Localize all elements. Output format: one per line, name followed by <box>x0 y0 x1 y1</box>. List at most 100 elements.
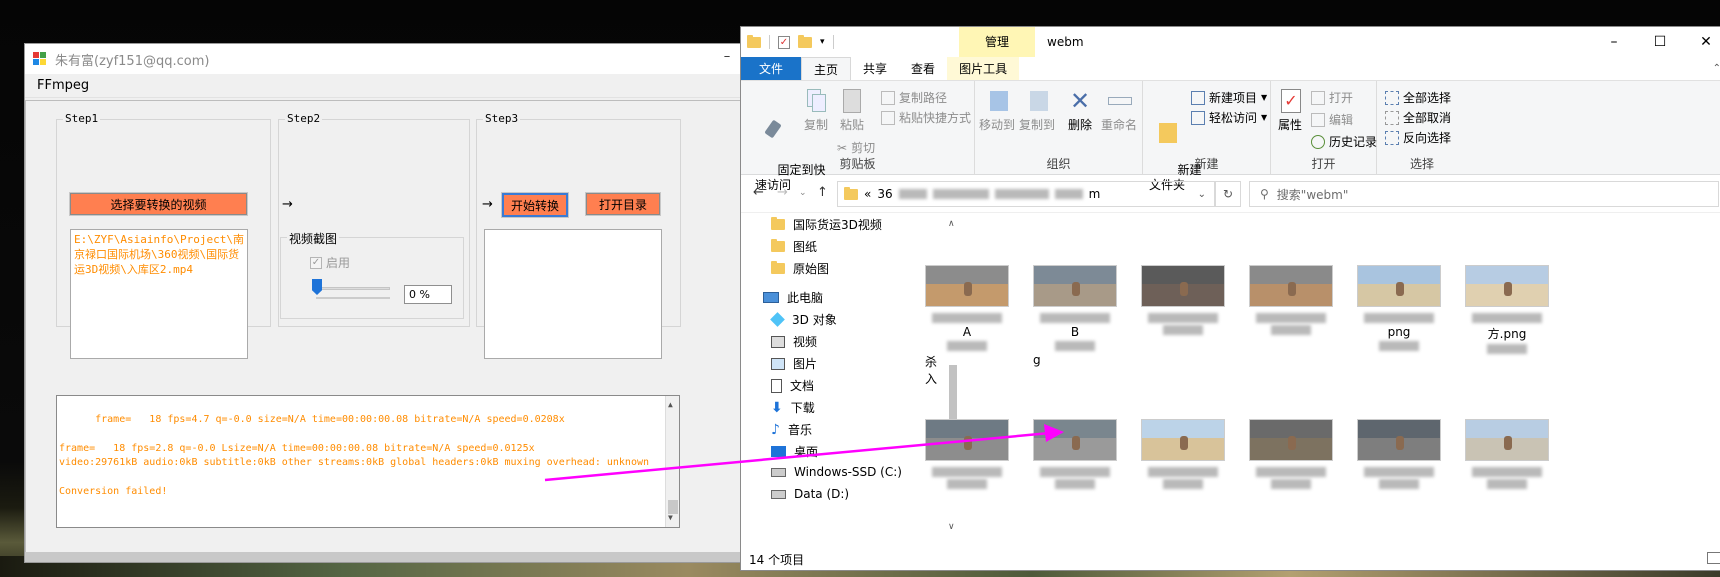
file-name-tail: 杀 <box>925 355 938 369</box>
new-item-button[interactable]: 新建项目 ▼ <box>1191 89 1267 106</box>
film-icon <box>771 335 785 348</box>
nav-item-drawings[interactable]: 图纸 <box>771 238 817 255</box>
screenshot-slider-track[interactable] <box>316 287 390 290</box>
picture-icon <box>771 357 785 370</box>
nav-item-3d-objects[interactable]: 3D 对象 <box>770 311 837 328</box>
nav-item-this-pc[interactable]: 此电脑 <box>763 289 823 306</box>
file-thumbnail[interactable]: 方.png <box>1465 265 1549 354</box>
scroll-up-icon[interactable]: ▲ <box>668 398 673 413</box>
tab-file[interactable]: 文件 <box>741 57 802 80</box>
history-button[interactable]: 历史记录 <box>1311 133 1377 150</box>
minimize-button[interactable]: – <box>717 49 737 64</box>
select-video-button[interactable]: 选择要转换的视频 <box>69 192 248 216</box>
paste-label: 粘贴 <box>839 118 864 132</box>
history-icon <box>1311 134 1325 149</box>
file-thumbnail[interactable] <box>925 419 1009 497</box>
nav-label: 桌面 <box>794 445 819 459</box>
minimize-icon[interactable]: – <box>1591 27 1637 57</box>
file-thumbnail[interactable] <box>1249 265 1333 343</box>
slider-ticks <box>316 297 390 299</box>
properties-icon[interactable]: ✓ <box>778 35 790 49</box>
address-chevron-down-icon[interactable]: ⌄ <box>1198 189 1206 200</box>
nav-item-drive-d[interactable]: Data (D:) <box>771 487 849 501</box>
nav-item-intl-cargo-3d[interactable]: 国际货运3D视频 <box>771 216 882 233</box>
up-arrow-icon[interactable]: ↑ <box>817 185 828 200</box>
file-thumbnail[interactable] <box>1249 419 1333 497</box>
ribbon-collapse-icon[interactable]: ⌃ <box>1713 63 1720 74</box>
tab-share[interactable]: 共享 <box>851 57 899 80</box>
nav-label: 文档 <box>790 379 815 393</box>
paste-button[interactable]: 粘贴 <box>837 87 867 133</box>
menu-ffmpeg[interactable]: FFmpeg <box>37 78 89 93</box>
file-thumbnail[interactable] <box>1465 419 1549 497</box>
select-group: 全部选择 全部取消 反向选择 选择 <box>1377 81 1467 175</box>
nav-item-originals[interactable]: 原始图 <box>771 260 829 277</box>
invert-selection-button[interactable]: 反向选择 <box>1385 129 1451 146</box>
new-folder-icon[interactable] <box>798 34 812 48</box>
folder-icon <box>771 261 785 274</box>
file-thumbnail[interactable]: png <box>1357 265 1441 351</box>
log-output[interactable]: frame= 18 fps=4.7 q=-0.0 size=N/A time=0… <box>56 395 680 528</box>
search-input[interactable]: ⚲ 搜索"webm" <box>1249 181 1719 207</box>
start-convert-button[interactable]: 开始转换 <box>501 192 569 218</box>
edit-button[interactable]: 编辑 <box>1311 111 1353 128</box>
new-folder-icon <box>1154 117 1180 145</box>
copy-to-button[interactable]: 复制到 <box>1019 87 1055 133</box>
file-thumbnail[interactable]: Bg <box>1033 265 1117 367</box>
recent-chevron-down-icon[interactable]: ⌄ <box>799 188 807 198</box>
paste-shortcut-button[interactable]: 粘贴快捷方式 <box>881 109 971 126</box>
explorer-titlebar[interactable]: ✓ ▾ 管理 webm – ☐ ✕ <box>741 27 1720 57</box>
select-all-button[interactable]: 全部选择 <box>1385 89 1451 106</box>
scroll-down-icon[interactable]: ∨ <box>948 522 955 532</box>
image-preview <box>925 419 1009 461</box>
nav-item-downloads[interactable]: ⬇ 下载 <box>771 399 815 416</box>
file-thumbnail[interactable]: A 杀入 <box>925 265 1009 386</box>
file-thumbnail[interactable] <box>1141 419 1225 497</box>
output-field[interactable] <box>484 229 662 359</box>
file-thumbnail[interactable] <box>1357 419 1441 497</box>
pin-icon <box>760 117 786 145</box>
details-view-icon[interactable] <box>1707 552 1720 564</box>
open-folder-button[interactable]: 打开目录 <box>585 192 661 216</box>
back-arrow-icon[interactable]: ← <box>753 185 764 200</box>
tab-view[interactable]: 查看 <box>899 57 947 80</box>
nav-item-pictures[interactable]: 图片 <box>771 355 817 372</box>
select-none-button[interactable]: 全部取消 <box>1385 109 1451 126</box>
scroll-up-icon[interactable]: ∧ <box>948 219 955 229</box>
copy-path-icon <box>881 90 895 105</box>
nav-item-documents[interactable]: 文档 <box>771 377 814 394</box>
forward-arrow-icon[interactable]: → <box>777 185 788 200</box>
properties-button[interactable]: ✓ 属性 <box>1275 87 1305 133</box>
address-field[interactable]: « 36 m ⌄ <box>837 181 1215 207</box>
breadcrumb-visible-end: m <box>1088 187 1101 201</box>
breadcrumb-overflow[interactable]: « <box>864 187 871 201</box>
scissors-icon: ✂ <box>837 140 848 155</box>
move-to-button[interactable]: 移动到 <box>979 87 1015 133</box>
tab-picture-tools[interactable]: 图片工具 <box>947 57 1020 80</box>
scroll-down-icon[interactable]: ▼ <box>668 511 673 526</box>
rename-button[interactable]: 重命名 <box>1099 87 1139 133</box>
customize-qa-icon[interactable]: ▾ <box>820 37 825 47</box>
refresh-icon[interactable]: ↻ <box>1215 181 1241 207</box>
enable-checkbox[interactable]: ✓ 启用 <box>310 254 350 271</box>
easy-access-button[interactable]: 轻松访问 ▼ <box>1191 109 1267 126</box>
nav-item-drive-c[interactable]: Windows-SSD (C:) <box>771 465 902 479</box>
video-path-field[interactable]: E:\ZYF\Asiainfo\Project\南京禄口国际机场\360视频\国… <box>70 229 248 359</box>
cut-button[interactable]: ✂ 剪切 <box>837 139 875 156</box>
copy-button[interactable]: 复制 <box>801 87 831 133</box>
percent-field[interactable]: 0 % <box>404 285 452 304</box>
file-thumbnail[interactable] <box>1141 265 1225 343</box>
nav-item-desktop[interactable]: 桌面 <box>771 443 818 460</box>
delete-button[interactable]: ✕ 删除 <box>1065 87 1095 133</box>
file-thumbnail[interactable] <box>1033 419 1117 497</box>
maximize-icon[interactable]: ☐ <box>1637 27 1683 57</box>
open-button[interactable]: 打开 <box>1311 89 1353 106</box>
nav-item-music[interactable]: ♪ 音乐 <box>771 421 812 438</box>
close-icon[interactable]: ✕ <box>1683 27 1720 57</box>
converter-titlebar[interactable]: 朱有富(zyf151@qq.com) – <box>25 44 745 74</box>
copy-path-button[interactable]: 复制路径 <box>881 89 947 106</box>
tab-home[interactable]: 主页 <box>801 57 852 80</box>
manage-context-tab[interactable]: 管理 <box>959 27 1035 57</box>
log-scrollbar[interactable]: ▲ ▼ <box>665 396 679 527</box>
nav-item-videos[interactable]: 视频 <box>771 333 817 350</box>
